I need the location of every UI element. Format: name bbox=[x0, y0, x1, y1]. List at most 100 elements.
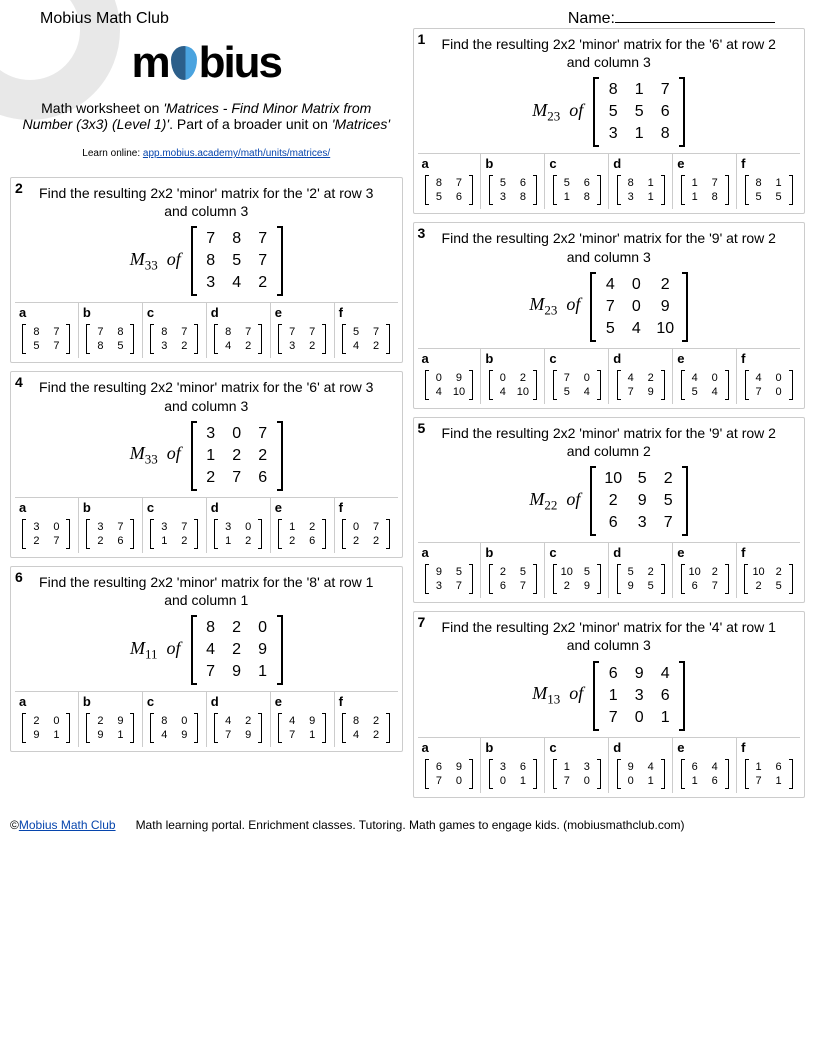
unit-link[interactable]: app.mobius.academy/math/units/matrices/ bbox=[143, 148, 330, 159]
answer-option: c 8732 bbox=[143, 303, 207, 358]
answer-label: b bbox=[79, 692, 142, 711]
answer-label: f bbox=[737, 543, 800, 562]
answer-label: e bbox=[673, 543, 736, 562]
matrix: 8732 bbox=[150, 324, 198, 354]
page-footer: ©Mobius Math Club Math learning portal. … bbox=[0, 798, 815, 842]
name-field: Name: bbox=[568, 10, 775, 28]
answer-label: b bbox=[481, 738, 544, 757]
problem-matrix: M33 of307122276 bbox=[15, 421, 398, 491]
matrix: 3027 bbox=[22, 519, 70, 549]
club-title: Mobius Math Club bbox=[40, 10, 169, 28]
answer-label: f bbox=[335, 303, 398, 322]
answer-option: f1671 bbox=[737, 738, 800, 793]
matrix: 4279 bbox=[214, 713, 262, 743]
answer-option: d9401 bbox=[609, 738, 673, 793]
answer-option: b2991 bbox=[79, 692, 143, 747]
answer-label: a bbox=[15, 692, 78, 711]
answer-label: d bbox=[207, 303, 270, 322]
answer-option: f5742 bbox=[335, 303, 398, 358]
matrix: 3601 bbox=[489, 759, 537, 789]
answer-option: f4070 bbox=[737, 349, 800, 404]
answer-option: c5618 bbox=[545, 154, 609, 209]
matrix: 2091 bbox=[22, 713, 70, 743]
matrix: 8742 bbox=[214, 324, 262, 354]
problem-number: 7 bbox=[418, 614, 426, 630]
answer-option: f8242 bbox=[335, 692, 398, 747]
answer-label: a bbox=[15, 303, 78, 322]
matrix: 817556318 bbox=[593, 77, 685, 147]
answer-option: d 8131 bbox=[609, 154, 673, 209]
matrix: 3726 bbox=[86, 519, 134, 549]
problem-text: Find the resulting 2x2 'minor' matrix fo… bbox=[15, 378, 398, 420]
answer-label: e bbox=[673, 349, 736, 368]
mobius-logo: mbius bbox=[20, 38, 393, 88]
answer-option: e7732 bbox=[271, 303, 335, 358]
matrix: 820429791 bbox=[191, 615, 283, 685]
answer-option: c3712 bbox=[143, 498, 207, 553]
answer-row: a8756b5638c5618d8131e1718f8155 bbox=[418, 153, 801, 209]
problem-text: Find the resulting 2x2 'minor' matrix fo… bbox=[15, 184, 398, 226]
answer-option: d4279 bbox=[609, 349, 673, 404]
matrix: 09410 bbox=[425, 370, 473, 400]
matrix: 10529 bbox=[553, 564, 601, 594]
matrix: 4070 bbox=[745, 370, 793, 400]
matrix: 7054 bbox=[553, 370, 601, 400]
problem-number: 5 bbox=[418, 420, 426, 436]
problem-4: 4Find the resulting 2x2 'minor' matrix f… bbox=[10, 371, 403, 557]
footer-link[interactable]: Mobius Math Club bbox=[19, 818, 116, 832]
footer-text: Math learning portal. Enrichment classes… bbox=[136, 818, 685, 832]
answer-option: e4971 bbox=[271, 692, 335, 747]
answer-option: d 4279 bbox=[207, 692, 271, 747]
matrix: 787857342 bbox=[191, 226, 283, 296]
right-column: 1Find the resulting 2x2 'minor' matrix f… bbox=[413, 28, 806, 798]
answer-label: c bbox=[545, 738, 608, 757]
answer-option: b3726 bbox=[79, 498, 143, 553]
answer-option: e 6416 bbox=[673, 738, 737, 793]
answer-label: e bbox=[673, 154, 736, 173]
learn-online: Learn online: app.mobius.academy/math/un… bbox=[20, 144, 393, 159]
matrix: 4027095410 bbox=[590, 272, 688, 342]
answer-label: e bbox=[673, 738, 736, 757]
content-area: mbius Math worksheet on 'Matrices - Find… bbox=[0, 28, 815, 798]
answer-label: a bbox=[418, 543, 481, 562]
answer-label: d bbox=[609, 543, 672, 562]
answer-option: b 3601 bbox=[481, 738, 545, 793]
answer-row: a09410b02410c7054d4279e4054f4070 bbox=[418, 348, 801, 404]
answer-label: e bbox=[271, 692, 334, 711]
problem-matrix: M13 of694136701 bbox=[418, 661, 801, 731]
answer-label: d bbox=[207, 498, 270, 517]
answer-label: e bbox=[271, 498, 334, 517]
answer-option: b5638 bbox=[481, 154, 545, 209]
answer-option: f0722 bbox=[335, 498, 398, 553]
problem-text: Find the resulting 2x2 'minor' matrix fo… bbox=[418, 229, 801, 271]
answer-row: a3027b3726c3712d3012e1226f0722 bbox=[15, 497, 398, 553]
answer-option: d 5295 bbox=[609, 543, 673, 598]
matrix: 3712 bbox=[150, 519, 198, 549]
answer-label: d bbox=[609, 154, 672, 173]
answer-label: a bbox=[418, 738, 481, 757]
answer-label: a bbox=[418, 154, 481, 173]
matrix: 8756 bbox=[425, 175, 473, 205]
answer-label: a bbox=[418, 349, 481, 368]
matrix: 4279 bbox=[617, 370, 665, 400]
problem-number: 3 bbox=[418, 225, 426, 241]
answer-label: c bbox=[143, 303, 206, 322]
matrix: 2567 bbox=[489, 564, 537, 594]
problem-matrix: M23 of4027095410 bbox=[418, 272, 801, 342]
answer-option: a3027 bbox=[15, 498, 79, 553]
answer-label: c bbox=[545, 349, 608, 368]
answer-label: b bbox=[481, 543, 544, 562]
matrix: 8757 bbox=[22, 324, 70, 354]
matrix: 5295 bbox=[617, 564, 665, 594]
problem-matrix: M11 of820429791 bbox=[15, 615, 398, 685]
answer-label: d bbox=[207, 692, 270, 711]
matrix: 8131 bbox=[617, 175, 665, 205]
matrix: 1226 bbox=[278, 519, 326, 549]
logo-drop-icon bbox=[171, 46, 197, 80]
matrix: 1718 bbox=[681, 175, 729, 205]
answer-option: a 8757 bbox=[15, 303, 79, 358]
problem-3: 3Find the resulting 2x2 'minor' matrix f… bbox=[413, 222, 806, 408]
matrix: 6416 bbox=[681, 759, 729, 789]
problem-matrix: M33 of787857342 bbox=[15, 226, 398, 296]
answer-option: b 2567 bbox=[481, 543, 545, 598]
